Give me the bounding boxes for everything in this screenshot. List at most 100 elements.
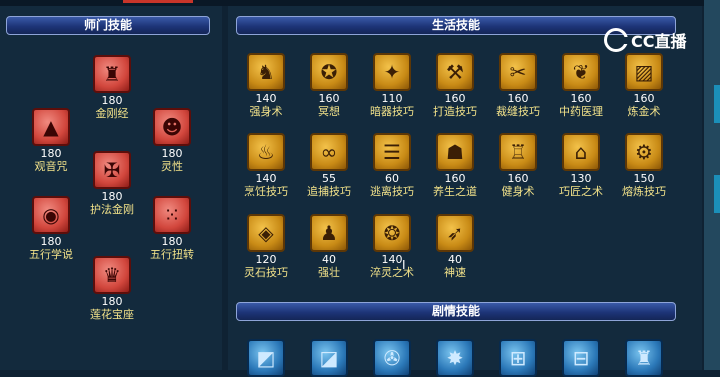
skill-level: 180 — [161, 235, 183, 248]
life-skill[interactable]: ☗ 160 养生之道 — [427, 133, 483, 198]
life-skill[interactable]: ⚙ 150 熔炼技巧 — [616, 133, 672, 198]
skill-icon: ♜ — [93, 55, 131, 93]
skill-icon: ⌂ — [562, 133, 600, 171]
skill-icon: ♛ — [93, 256, 131, 294]
skill-icon: ☰ — [373, 133, 411, 171]
plot-skill[interactable]: ◪ — [301, 339, 357, 377]
skill-icon: ☗ — [436, 133, 474, 171]
skill-name: 莲花宝座 — [90, 308, 134, 321]
plot-skill[interactable]: ✸ — [427, 339, 483, 377]
skill-level: 40 — [322, 253, 336, 266]
skill-level: 160 — [570, 92, 592, 105]
skill-icon: ➶ — [436, 214, 474, 252]
skill-icon: ▲ — [32, 108, 70, 146]
school-skill[interactable]: ♛ 180 莲花宝座 — [84, 256, 140, 321]
life-skill[interactable]: ♨ 140 烹饪技巧 — [238, 133, 294, 198]
life-skill[interactable]: ♖ 160 健身术 — [490, 133, 546, 198]
skill-level: 180 — [101, 94, 123, 107]
skill-icon: ❦ — [562, 53, 600, 91]
skill-name: 神速 — [444, 266, 466, 279]
skill-level: 55 — [322, 172, 336, 185]
top-tab-active[interactable] — [123, 0, 193, 3]
life-skill[interactable]: ✂ 160 裁缝技巧 — [490, 53, 546, 118]
life-skill[interactable]: ♟ 40 强壮 — [301, 214, 357, 279]
life-skill[interactable]: ▨ 160 炼金术 — [616, 53, 672, 118]
school-skill[interactable]: ◉ 180 五行学说 — [23, 196, 79, 261]
skill-level: 160 — [444, 172, 466, 185]
plot-skill[interactable]: ♜ — [616, 339, 672, 377]
skill-level: 140 — [255, 172, 277, 185]
side-tab[interactable] — [714, 85, 720, 123]
plot-skill[interactable]: ◩ — [238, 339, 294, 377]
skill-icon: ❂ — [373, 214, 411, 252]
skill-name: 护法金刚 — [90, 203, 134, 216]
skill-icon: ◈ — [247, 214, 285, 252]
skill-level: 40 — [448, 253, 462, 266]
skill-level: 60 — [385, 172, 399, 185]
plot-skill[interactable]: ⊟ — [553, 339, 609, 377]
cc-logo-icon — [604, 28, 629, 52]
school-skill[interactable]: ♜ 180 金刚经 — [84, 55, 140, 120]
skill-level: 140 — [381, 253, 403, 266]
skill-level: 180 — [161, 147, 183, 160]
life-skill[interactable]: ➶ 40 神速 — [427, 214, 483, 279]
skill-icon: ♞ — [247, 53, 285, 91]
life-skill[interactable]: ⚒ 160 打造技巧 — [427, 53, 483, 118]
skill-level: 180 — [40, 147, 62, 160]
cc-live-logo: CC直播 — [604, 26, 687, 54]
life-skill[interactable]: ✪ 160 冥想 — [301, 53, 357, 118]
skill-level: 150 — [633, 172, 655, 185]
school-skill[interactable]: ☻ 180 灵性 — [144, 108, 200, 173]
school-skills-header: 师门技能 — [6, 16, 210, 35]
skill-icon: ♜ — [625, 339, 663, 377]
skill-level: 180 — [40, 235, 62, 248]
skill-icon: ▨ — [625, 53, 663, 91]
skill-level: 110 — [381, 92, 403, 105]
plot-skills-header: 剧情技能 — [236, 302, 676, 321]
skill-level: 160 — [318, 92, 340, 105]
school-skill[interactable]: ⁙ 180 五行扭转 — [144, 196, 200, 261]
logo-text: CC直播 — [631, 32, 687, 51]
skill-icon: ✪ — [310, 53, 348, 91]
right-side-strip — [704, 0, 720, 370]
life-skill[interactable]: ♞ 140 强身术 — [238, 53, 294, 118]
school-skill[interactable]: ▲ 180 观音咒 — [23, 108, 79, 173]
skill-name: 观音咒 — [34, 160, 68, 173]
skill-level: 140 — [255, 92, 277, 105]
skill-name: 五行学说 — [29, 248, 73, 261]
skill-icon: ☻ — [153, 108, 191, 146]
skill-name: 炼金术 — [627, 105, 661, 118]
skill-level: 130 — [570, 172, 592, 185]
life-skill[interactable]: ❂ 140 淬灵之术 — [364, 214, 420, 279]
skill-name: 金刚经 — [95, 107, 129, 120]
skill-icon: ✦ — [373, 53, 411, 91]
skill-icon: ⊞ — [499, 339, 537, 377]
life-skill[interactable]: ⌂ 130 巧匠之术 — [553, 133, 609, 198]
skill-name: 灵性 — [161, 160, 183, 173]
skill-icon: ⁙ — [153, 196, 191, 234]
life-skill[interactable]: ☰ 60 逃离技巧 — [364, 133, 420, 198]
plot-skill[interactable]: ✇ — [364, 339, 420, 377]
skill-icon: ✂ — [499, 53, 537, 91]
skill-icon: ♖ — [499, 133, 537, 171]
life-skill[interactable]: ❦ 160 中药医理 — [553, 53, 609, 118]
life-skill[interactable]: ◈ 120 灵石技巧 — [238, 214, 294, 279]
skill-level: 160 — [444, 92, 466, 105]
skill-icon: ♟ — [310, 214, 348, 252]
life-skill[interactable]: ✦ 110 暗器技巧 — [364, 53, 420, 118]
skill-icon: ⚙ — [625, 133, 663, 171]
skill-icon: ◩ — [247, 339, 285, 377]
skill-icon: ✸ — [436, 339, 474, 377]
skill-icon: ◉ — [32, 196, 70, 234]
life-skill[interactable]: ∞ 55 追捕技巧 — [301, 133, 357, 198]
skill-level: 160 — [633, 92, 655, 105]
mouse-cursor-icon: I — [402, 258, 406, 272]
skill-icon: ✠ — [93, 151, 131, 189]
skill-level: 160 — [507, 172, 529, 185]
skill-name: 五行扭转 — [150, 248, 194, 261]
skill-level: 180 — [101, 295, 123, 308]
plot-skill[interactable]: ⊞ — [490, 339, 546, 377]
skill-icon: ✇ — [373, 339, 411, 377]
side-tab[interactable] — [714, 175, 720, 213]
school-skill[interactable]: ✠ 180 护法金刚 — [84, 151, 140, 216]
